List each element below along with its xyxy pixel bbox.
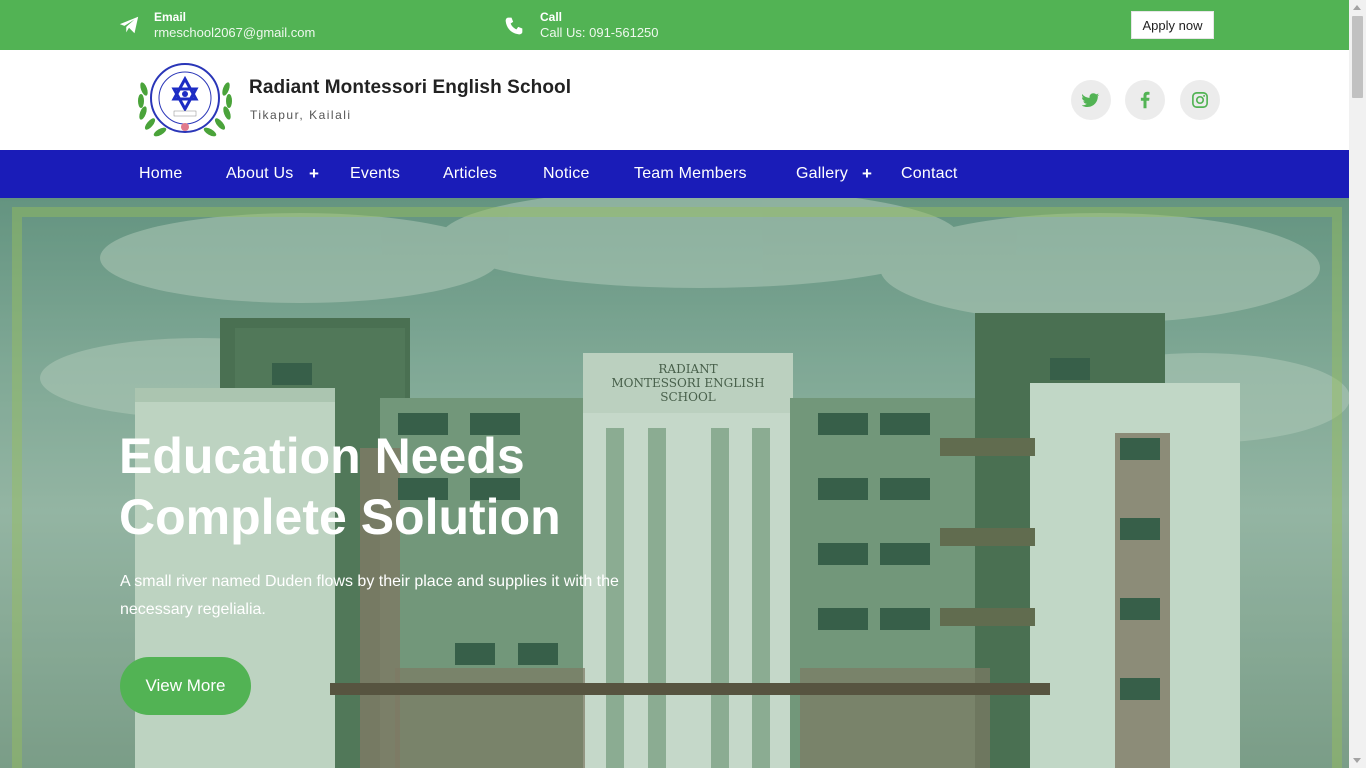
hero-title-line2: Complete Solution [119, 489, 561, 545]
top-bar: Email rmeschool2067@gmail.com Call Call … [0, 0, 1349, 50]
instagram-icon [1192, 92, 1208, 108]
call-title: Call [540, 10, 563, 24]
nav-item-contact[interactable]: Contact [901, 150, 958, 198]
school-location: Tikapur, Kailali [250, 108, 352, 122]
phone-icon [505, 17, 523, 35]
nav-item-articles[interactable]: Articles [443, 150, 497, 198]
nav-item-home[interactable]: Home [139, 150, 182, 198]
page-scrollbar[interactable] [1349, 0, 1366, 768]
scroll-down-arrow-icon[interactable] [1353, 758, 1361, 763]
school-logo[interactable] [134, 59, 236, 141]
school-name[interactable]: Radiant Montessori English School [249, 77, 571, 99]
email-value[interactable]: rmeschool2067@gmail.com [154, 25, 315, 41]
main-nav: Home About Us + Events Articles Notice T… [0, 150, 1349, 198]
about-us-expand-icon[interactable]: + [309, 164, 319, 184]
nav-item-notice[interactable]: Notice [543, 150, 590, 198]
call-value[interactable]: Call Us: 091-561250 [540, 25, 659, 41]
gallery-expand-icon[interactable]: + [862, 164, 872, 184]
email-info: Email rmeschool2067@gmail.com [118, 10, 315, 41]
site-header: Radiant Montessori English School Tikapu… [0, 50, 1349, 150]
nav-item-about-us[interactable]: About Us [226, 150, 293, 198]
view-more-button[interactable]: View More [120, 657, 251, 715]
scroll-up-arrow-icon[interactable] [1353, 5, 1361, 10]
twitter-icon [1082, 93, 1100, 108]
scrollbar-thumb[interactable] [1352, 16, 1363, 98]
facebook-button[interactable] [1125, 80, 1165, 120]
nav-item-team-members[interactable]: Team Members [634, 150, 747, 198]
hero-title: Education Needs Complete Solution [119, 426, 719, 548]
hero-title-line1: Education Needs [119, 428, 525, 484]
hero-slider: RADIANT MONTESSORI ENGLISH SCHOOL Educat… [0, 198, 1349, 768]
call-info: Call Call Us: 091-561250 [504, 10, 659, 41]
paper-plane-icon [119, 16, 139, 34]
facebook-icon [1140, 91, 1150, 109]
instagram-button[interactable] [1180, 80, 1220, 120]
nav-item-events[interactable]: Events [350, 150, 400, 198]
twitter-button[interactable] [1071, 80, 1111, 120]
hero-description: A small river named Duden flows by their… [120, 573, 619, 618]
email-title: Email [154, 10, 187, 24]
nav-item-gallery[interactable]: Gallery [796, 150, 848, 198]
apply-now-button[interactable]: Apply now [1131, 11, 1214, 39]
